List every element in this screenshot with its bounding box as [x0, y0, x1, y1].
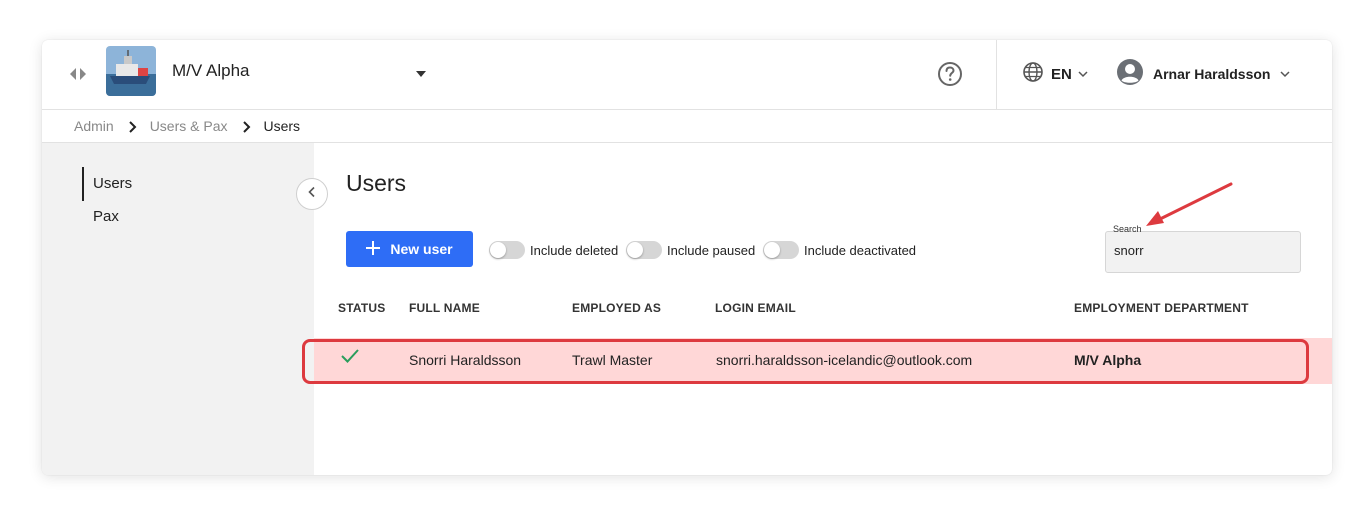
new-user-button[interactable]: New user — [346, 231, 473, 267]
cell-department: M/V Alpha — [1074, 352, 1142, 368]
user-menu[interactable]: Arnar Haraldsson — [1116, 58, 1291, 91]
column-header-department: EMPLOYMENT DEPARTMENT — [1074, 301, 1249, 315]
search-field[interactable] — [1105, 231, 1301, 273]
sidebar-item-pax[interactable]: Pax — [82, 200, 119, 234]
user-name: Arnar Haraldsson — [1153, 66, 1271, 82]
language-label: EN — [1051, 65, 1072, 83]
breadcrumb-admin[interactable]: Admin — [74, 118, 114, 134]
vessel-selector-label[interactable]: M/V Alpha — [172, 61, 250, 81]
globe-icon — [1022, 61, 1044, 88]
breadcrumb: Admin Users & Pax Users — [74, 110, 300, 142]
search-label: Search — [1113, 224, 1142, 234]
user-avatar-icon — [1116, 58, 1144, 91]
cell-employed-as: Trawl Master — [572, 352, 653, 368]
top-bar: M/V Alpha EN Arnar Haraldsson — [42, 40, 1332, 110]
include-paused-toggle[interactable]: Include paused — [626, 241, 755, 259]
search-input[interactable] — [1114, 243, 1284, 258]
toggle-label: Include deactivated — [804, 242, 917, 258]
chevron-down-icon — [1078, 65, 1088, 83]
cell-full-name: Snorri Haraldsson — [409, 352, 522, 368]
column-header-login-email: LOGIN EMAIL — [715, 301, 796, 315]
chevron-right-icon — [128, 120, 138, 133]
new-user-label: New user — [390, 241, 453, 257]
sidebar-collapse-button[interactable] — [296, 178, 328, 210]
vessel-dropdown-icon[interactable] — [414, 66, 428, 77]
column-header-status: STATUS — [338, 301, 386, 315]
chevron-right-icon — [242, 120, 252, 133]
toggle-switch[interactable] — [626, 241, 662, 259]
column-header-full-name: FULL NAME — [409, 301, 480, 315]
chevron-left-icon — [307, 185, 317, 203]
breadcrumb-users-pax[interactable]: Users & Pax — [150, 118, 228, 134]
sidebar: Users Pax — [42, 143, 314, 475]
nav-toggle-icon[interactable] — [68, 66, 88, 82]
toggle-switch[interactable] — [489, 241, 525, 259]
header-divider — [996, 40, 997, 109]
column-header-employed-as: EMPLOYED AS — [572, 301, 662, 315]
toggle-label: Include paused — [667, 242, 756, 258]
check-icon — [340, 347, 360, 365]
language-selector[interactable]: EN — [1022, 61, 1088, 88]
app-window: M/V Alpha EN Arnar Haraldsson Admin User… — [42, 40, 1332, 475]
cell-login-email: snorri.haraldsson-icelandic@outlook.com — [716, 352, 973, 368]
include-deleted-toggle[interactable]: Include deleted — [489, 241, 618, 259]
breadcrumb-users: Users — [263, 118, 301, 134]
chevron-down-icon — [1280, 65, 1291, 83]
toggle-label: Include deleted — [530, 242, 619, 258]
help-icon[interactable] — [936, 60, 964, 88]
annotation-arrow — [1146, 182, 1233, 226]
include-deactivated-toggle[interactable]: Include deactivated — [763, 241, 916, 259]
plus-icon — [366, 240, 390, 258]
toggle-switch[interactable] — [763, 241, 799, 259]
page-title: Users — [346, 170, 407, 196]
sidebar-item-users[interactable]: Users — [82, 167, 132, 201]
vessel-image — [106, 46, 156, 96]
